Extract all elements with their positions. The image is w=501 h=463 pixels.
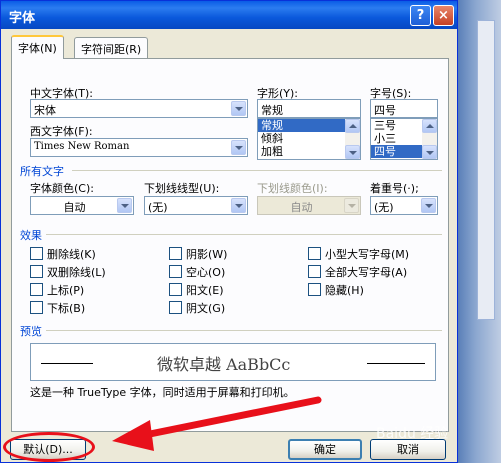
tab-font[interactable]: 字体(N) bbox=[11, 35, 64, 59]
annotation-arrow-icon bbox=[112, 396, 322, 451]
watermark: Baidu 经验 bbox=[376, 426, 449, 442]
